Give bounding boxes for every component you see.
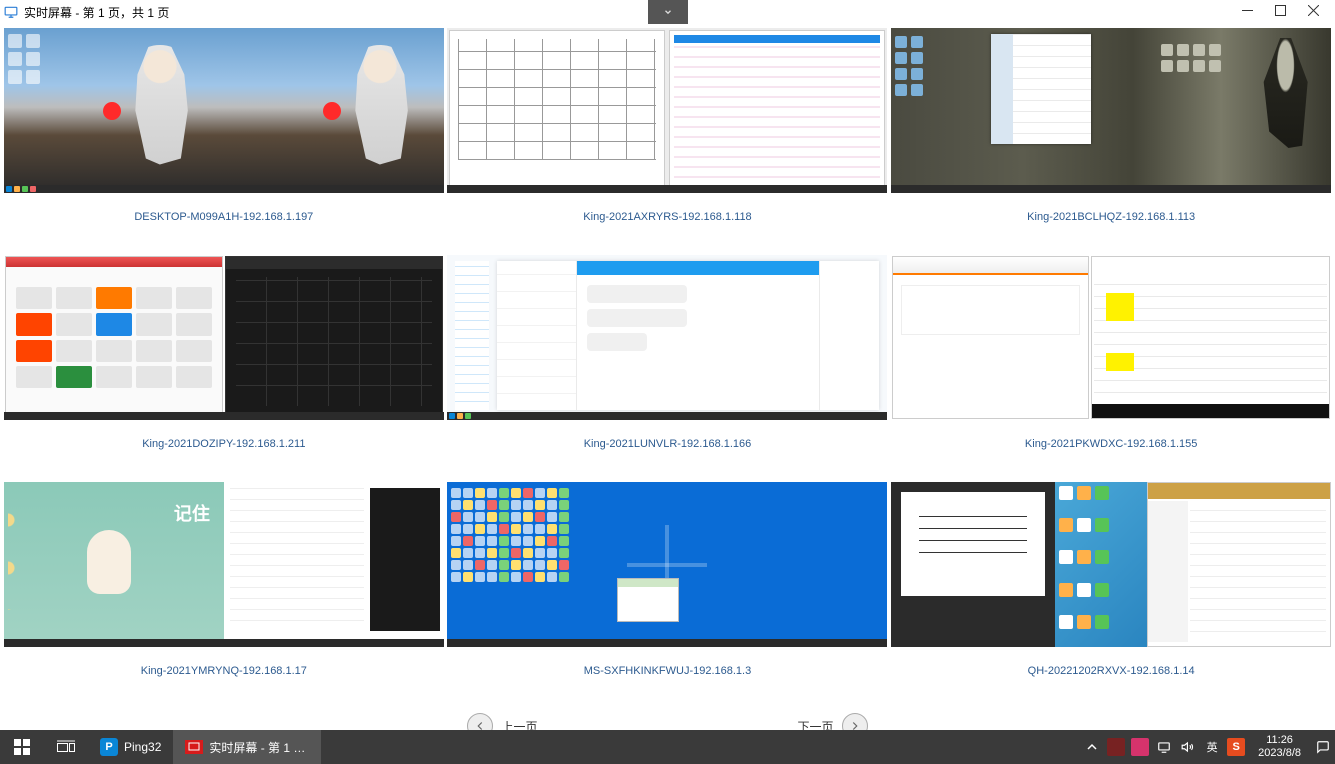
tray-clock[interactable]: 11:26 2023/8/8	[1248, 734, 1311, 760]
titlebar-left: 实时屏幕 - 第 1 页，共 1 页	[4, 4, 169, 21]
tray-network-icon[interactable]	[1152, 730, 1176, 764]
screen-thumbnail[interactable]	[447, 255, 887, 420]
start-button[interactable]	[0, 730, 44, 764]
screen-thumbnail[interactable]	[4, 255, 444, 420]
taskbar-app-label: 实时屏幕 - 第 1 页...	[209, 739, 309, 756]
tray-volume-icon[interactable]	[1176, 730, 1200, 764]
maximize-button[interactable]	[1275, 5, 1286, 19]
taskbar-left: P Ping32 实时屏幕 - 第 1 页...	[0, 730, 321, 764]
task-view-button[interactable]	[44, 730, 88, 764]
notification-icon	[1316, 740, 1330, 754]
ping32-icon: P	[100, 738, 118, 756]
remote-screen-preview: 记住	[4, 482, 444, 647]
taskbar-app-ping32[interactable]: P Ping32	[88, 730, 173, 764]
screen-label: King-2021AXRYRS-192.168.1.118	[583, 193, 751, 223]
remote-screen-preview	[447, 28, 887, 193]
close-button[interactable]	[1308, 5, 1319, 19]
screen-cell: QH-20221202RXVX-192.168.1.14	[889, 482, 1333, 709]
tray-ime-icon[interactable]: S	[1227, 738, 1245, 756]
tray-ime-label[interactable]: 英	[1200, 730, 1224, 764]
screen-grid: DESKTOP-M099A1H-192.168.1.197 King-2021A…	[2, 28, 1333, 709]
remote-screen-preview	[447, 482, 887, 647]
window-controls	[1242, 5, 1331, 19]
screen-label: MS-SXFHKINKFWUJ-192.168.1.3	[584, 647, 752, 677]
monitor-icon	[1157, 740, 1171, 754]
content-area: DESKTOP-M099A1H-192.168.1.197 King-2021A…	[0, 24, 1335, 730]
screen-thumbnail[interactable]	[891, 482, 1331, 647]
taskbar: P Ping32 实时屏幕 - 第 1 页... 英 S 11:26 2023/…	[0, 730, 1335, 764]
taskbar-app-label: Ping32	[124, 740, 161, 754]
realtime-screen-icon	[185, 740, 203, 754]
remote-screen-preview	[4, 255, 444, 420]
screen-cell: King-2021AXRYRS-192.168.1.118	[446, 28, 890, 255]
minimize-button[interactable]	[1242, 5, 1253, 19]
screen-cell: King-2021DOZIPY-192.168.1.211	[2, 255, 446, 482]
collapse-button[interactable]	[648, 0, 688, 24]
screen-label: King-2021YMRYNQ-192.168.1.17	[141, 647, 307, 677]
action-center-button[interactable]	[1311, 730, 1335, 764]
screen-cell: King-2021LUNVLR-192.168.1.166	[446, 255, 890, 482]
system-tray: 英 S 11:26 2023/8/8	[1080, 730, 1335, 764]
task-view-icon	[57, 740, 75, 754]
screen-label: QH-20221202RXVX-192.168.1.14	[1028, 647, 1195, 677]
screen-thumbnail[interactable]: 记住	[4, 482, 444, 647]
speaker-icon	[1181, 740, 1195, 754]
screen-label: King-2021DOZIPY-192.168.1.211	[142, 420, 305, 450]
screen-cell: 记住 King-2021YMRYNQ-192.168.1.17	[2, 482, 446, 709]
tray-time: 11:26	[1258, 734, 1301, 747]
screen-cell: DESKTOP-M099A1H-192.168.1.197	[2, 28, 446, 255]
close-icon	[1308, 5, 1319, 16]
screen-cell: King-2021PKWDXC-192.168.1.155	[889, 255, 1333, 482]
window-title: 实时屏幕 - 第 1 页，共 1 页	[24, 4, 169, 21]
remote-screen-preview	[891, 482, 1331, 647]
remote-screen-preview	[891, 28, 1331, 193]
screen-label: DESKTOP-M099A1H-192.168.1.197	[134, 193, 313, 223]
maximize-icon	[1275, 5, 1286, 16]
chevron-up-icon	[1087, 742, 1097, 752]
screen-cell: MS-SXFHKINKFWUJ-192.168.1.3	[446, 482, 890, 709]
tray-app-icon[interactable]	[1131, 738, 1149, 756]
chevron-down-icon	[661, 7, 675, 17]
monitor-icon	[4, 5, 18, 19]
cartoon-banner-text: 记住	[174, 500, 210, 526]
remote-screen-preview	[447, 255, 887, 420]
screen-thumbnail[interactable]	[891, 28, 1331, 193]
tray-app-icon[interactable]	[1107, 738, 1125, 756]
screen-label: King-2021BCLHQZ-192.168.1.113	[1027, 193, 1195, 223]
tray-date: 2023/8/8	[1258, 747, 1301, 760]
screen-thumbnail[interactable]	[447, 482, 887, 647]
taskbar-app-realtime-screen[interactable]: 实时屏幕 - 第 1 页...	[173, 730, 321, 764]
screen-thumbnail[interactable]	[891, 255, 1331, 420]
remote-screen-preview	[4, 28, 444, 193]
windows-icon	[14, 739, 30, 755]
tray-overflow-button[interactable]	[1080, 730, 1104, 764]
titlebar: 实时屏幕 - 第 1 页，共 1 页	[0, 0, 1335, 24]
remote-screen-preview	[891, 255, 1331, 420]
screen-thumbnail[interactable]	[447, 28, 887, 193]
screen-cell: King-2021BCLHQZ-192.168.1.113	[889, 28, 1333, 255]
screen-label: King-2021PKWDXC-192.168.1.155	[1025, 420, 1197, 450]
screen-label: King-2021LUNVLR-192.168.1.166	[584, 420, 752, 450]
minimize-icon	[1242, 5, 1253, 16]
screen-thumbnail[interactable]	[4, 28, 444, 193]
